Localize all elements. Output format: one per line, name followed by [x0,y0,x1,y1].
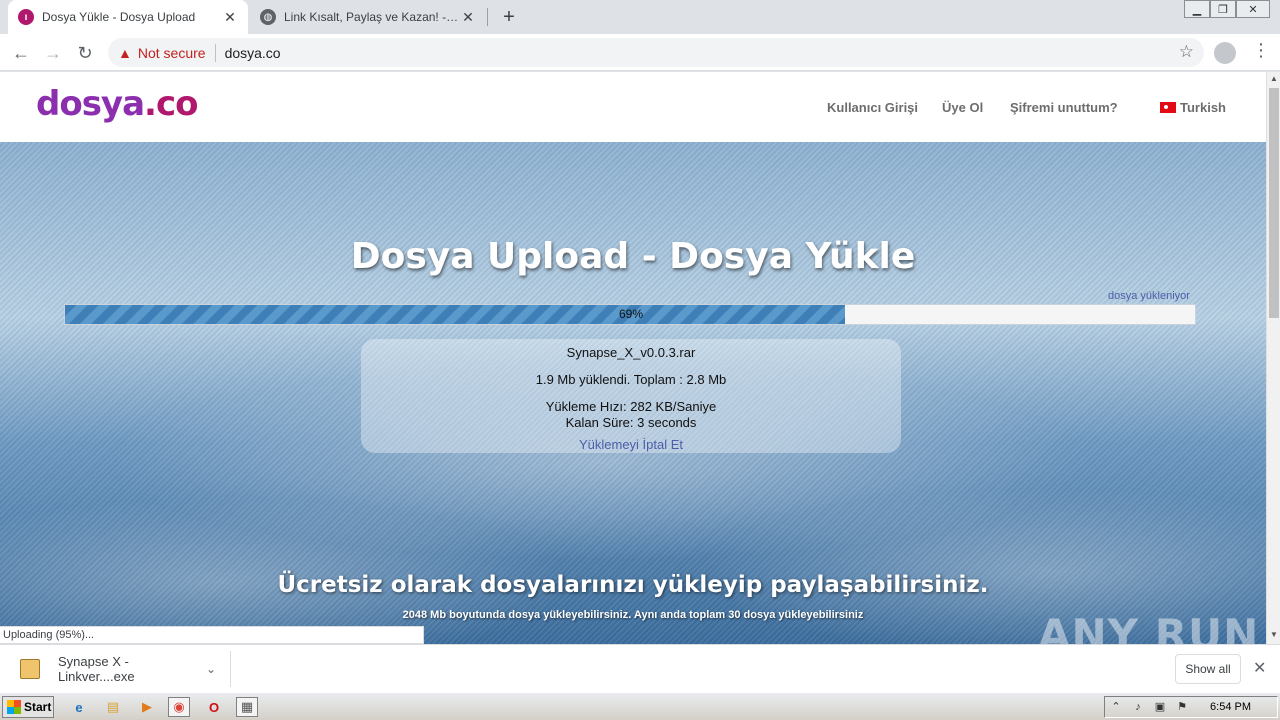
download-file-name: Synapse X - Linkver....exe [58,654,135,684]
volume-icon[interactable]: ♪ [1131,700,1145,714]
close-shelf-icon[interactable]: ✕ [1253,658,1266,678]
uploaded-size: 1.9 Mb yüklendi. Toplam : 2.8 Mb [535,372,727,387]
site-logo[interactable]: dosya.co [36,84,198,124]
close-tab-icon[interactable]: ✕ [460,9,476,25]
scroll-down-icon[interactable]: ▼ [1267,628,1280,642]
dosya-favicon-icon: ı [18,9,34,25]
start-label: Start [24,700,52,714]
start-button[interactable]: Start [2,696,54,718]
show-hidden-icons-icon[interactable]: ⌃ [1109,700,1123,714]
close-window-icon[interactable]: ✕ [1236,0,1270,18]
reload-icon[interactable]: ↻ [72,40,98,66]
windows-logo-icon [7,700,21,714]
scroll-thumb[interactable] [1269,88,1279,318]
bookmark-star-icon[interactable]: ☆ [1179,42,1194,62]
progress-percent-label: 69% [618,307,644,321]
file-name: Synapse_X_v0.0.3.rar [566,345,696,360]
action-center-flag-icon[interactable]: ⚑ [1175,700,1189,714]
upload-hero: Dosya Upload - Dosya Yükle dosya yükleni… [0,142,1266,644]
back-arrow-icon[interactable]: ← [8,40,34,66]
tab-separator [487,8,488,26]
language-label: Turkish [1180,100,1226,115]
shelf-divider [230,651,231,687]
page-viewport: dosya.co Kullanıcı Girişi Üye Ol Şifremi… [0,72,1266,644]
download-item[interactable]: Synapse X - Linkver....exe ⌄ [10,651,230,687]
chrome-icon[interactable]: ◉ [168,697,190,717]
nav-login-link[interactable]: Kullanıcı Girişi [827,100,918,115]
download-shelf: Synapse X - Linkver....exe ⌄ Show all ✕ [0,644,1280,692]
upload-info-panel: Synapse_X_v0.0.3.rar 1.9 Mb yüklendi. To… [361,339,901,453]
app-window-icon[interactable]: ▦ [236,697,258,717]
omnibox-divider [214,43,216,62]
anyrun-watermark: ANY RUN [1038,610,1260,644]
system-tray: ⌃ ♪ ▣ ⚑ 6:54 PM [1104,696,1278,718]
kebab-menu-icon[interactable]: ⋮ [1252,40,1270,61]
logo-text-tld: .co [144,84,198,124]
executable-file-icon [20,659,40,679]
security-label[interactable]: Not secure [138,45,206,61]
page-scrollbar[interactable]: ▲ ▼ [1266,72,1280,644]
opera-icon[interactable]: O [203,697,225,717]
file-explorer-icon[interactable]: ▤ [102,697,124,717]
close-tab-icon[interactable]: ✕ [222,9,238,25]
cancel-upload-link[interactable]: Yüklemeyi İptal Et [361,437,901,452]
tab-title: Dosya Yükle - Dosya Upload [42,10,196,24]
taskbar-clock[interactable]: 6:54 PM [1210,701,1251,713]
forward-arrow-icon[interactable]: → [40,40,66,66]
page-title: Dosya Upload - Dosya Yükle [350,236,916,277]
tab-tikla[interactable]: ◍ Link Kısalt, Paylaş ve Kazan! - TIK.LA… [250,0,486,34]
browser-status-bubble: Uploading (95%)... [0,626,424,644]
tab-strip: ı Dosya Yükle - Dosya Upload ✕ ◍ Link Kı… [0,0,1280,34]
address-bar[interactable]: ▲ Not secure dosya.co ☆ [108,38,1204,67]
language-selector[interactable]: Turkish [1160,100,1226,115]
restore-window-icon[interactable]: ❐ [1210,0,1236,18]
windows-taskbar: Start e ▤ ▶ ◉ O ▦ ⌃ ♪ ▣ ⚑ 6:54 PM [0,692,1280,720]
minimize-window-icon[interactable]: ▁ [1184,0,1210,18]
chevron-down-icon[interactable]: ⌄ [206,662,216,676]
scroll-up-icon[interactable]: ▲ [1267,72,1280,86]
media-player-icon[interactable]: ▶ [136,697,158,717]
upload-progress-bar: 69% [64,304,1196,325]
url-text[interactable]: dosya.co [225,45,281,61]
upload-speed: Yükleme Hızı: 282 KB/Saniye [545,399,717,414]
profile-avatar-icon[interactable] [1214,42,1236,64]
show-all-downloads-button[interactable]: Show all [1175,654,1241,684]
globe-icon: ◍ [260,9,276,25]
nav-register-link[interactable]: Üye Ol [942,100,983,115]
network-icon[interactable]: ▣ [1153,700,1167,714]
new-tab-button[interactable]: + [498,6,520,28]
internet-explorer-icon[interactable]: e [68,697,90,717]
site-header: dosya.co Kullanıcı Girişi Üye Ol Şifremi… [0,72,1266,142]
turkey-flag-icon [1160,102,1176,113]
hero-tagline: Ücretsiz olarak dosyalarınızı yükleyip p… [277,572,989,598]
tab-title: Link Kısalt, Paylaş ve Kazan! - TIK.LA [284,10,460,24]
remaining-time: Kalan Süre: 3 seconds [565,415,697,430]
logo-text-main: dosya [36,84,145,124]
tab-dosya[interactable]: ı Dosya Yükle - Dosya Upload ✕ [8,0,248,34]
nav-forgot-password-link[interactable]: Şifremi unuttum? [1010,100,1118,115]
browser-toolbar: ← → ↻ ▲ Not secure dosya.co ☆ ⋮ [0,34,1280,71]
upload-status-text: dosya yükleniyor [1108,290,1190,302]
warning-icon: ▲ [118,44,132,61]
